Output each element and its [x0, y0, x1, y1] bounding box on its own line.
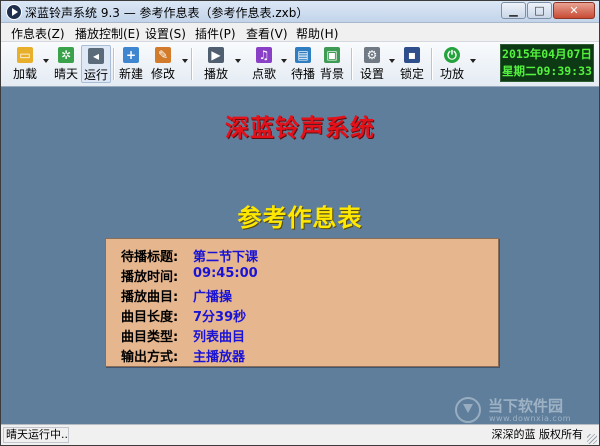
watermark-url: www.downxia.com [489, 414, 572, 423]
modify-dropdown-arrow[interactable] [182, 59, 188, 63]
info-key: 曲目类型: [121, 330, 179, 345]
window-title: 深蓝铃声系统 9.3 — 参考作息表（参考作息表.zxb） [25, 6, 309, 20]
main-display: 深蓝铃声系统 参考作息表 待播标题: 第二节下课 播放时间: 09:45:00 … [1, 87, 599, 424]
menu-help[interactable]: 帮助(H) [296, 25, 338, 42]
new-document-icon: + [123, 47, 139, 63]
title-bar[interactable]: 深蓝铃声系统 9.3 — 参考作息表（参考作息表.zxb） ▁ □ ✕ [1, 1, 599, 23]
schedule-title: 参考作息表 [237, 203, 363, 232]
menu-view[interactable]: 查看(V) [246, 25, 288, 42]
settings-dropdown-arrow[interactable] [389, 59, 395, 63]
status-copyright: 深深的蓝 版权所有 [491, 428, 584, 441]
info-key: 播放时间: [121, 270, 179, 285]
next-bell-info-panel: 待播标题: 第二节下课 播放时间: 09:45:00 播放曲目: 广播操 曲目长… [105, 238, 499, 367]
clock-display: 2015年04月07日 星期二09:39:33 [500, 44, 594, 82]
modify-label: 修改 [150, 67, 175, 81]
info-value: 09:45:00 [193, 266, 258, 281]
toolbar: ▭ 加载 ✲ 晴天 ◂ 运行 + 新建 ✎ 修改 ▶ 播放 ♫ 点歌 ▤ 待播 … [1, 42, 599, 87]
clock-weekday-time: 星期二09:39:33 [502, 64, 592, 78]
gear-icon: ⚙ [364, 47, 380, 63]
maximize-icon: □ [534, 4, 545, 17]
info-value: 列表曲目 [193, 330, 246, 345]
toolbar-separator [191, 48, 193, 80]
power-icon: ⏻ [444, 47, 460, 63]
play-label: 播放 [203, 67, 228, 81]
lock-button[interactable]: ▪ 锁定 [397, 45, 427, 83]
play-icon: ▶ [208, 47, 224, 63]
lock-label: 锁定 [399, 67, 424, 81]
song-request-button[interactable]: ♫ 点歌 [249, 45, 279, 83]
menu-plugins[interactable]: 插件(P) [195, 25, 236, 42]
menu-settings[interactable]: 设置(S) [145, 25, 186, 42]
info-value: 广播操 [193, 290, 233, 305]
window-controls: ▁ □ ✕ [500, 2, 595, 20]
clock-date: 2015年04月07日 [502, 47, 592, 61]
maximize-button[interactable]: □ [527, 2, 552, 19]
menu-bar: 作息表(Z) 播放控制(E) 设置(S) 插件(P) 查看(V) 帮助(H) [1, 23, 599, 42]
resize-grip-icon[interactable] [587, 434, 597, 444]
minimize-icon: ▁ [509, 4, 518, 17]
queue-window-icon: ▤ [295, 47, 311, 63]
info-value: 7分39秒 [193, 310, 247, 325]
info-value: 第二节下课 [193, 250, 259, 265]
info-value: 主播放器 [193, 350, 246, 365]
settings-label: 设置 [359, 67, 384, 81]
load-dropdown-arrow[interactable] [43, 59, 49, 63]
amplifier-label: 功放 [439, 67, 464, 81]
load-button[interactable]: ▭ 加载 [10, 45, 40, 83]
run-button[interactable]: ◂ 运行 [81, 45, 111, 83]
edit-document-icon: ✎ [155, 47, 171, 63]
watermark-text: 当下软件园 [488, 397, 564, 415]
song-request-label: 点歌 [251, 67, 276, 81]
modify-button[interactable]: ✎ 修改 [148, 45, 178, 83]
folder-open-icon: ▭ [17, 47, 33, 63]
info-key: 输出方式: [121, 350, 179, 365]
status-bar: 晴天运行中... 深深的蓝 版权所有 [1, 424, 599, 445]
background-button[interactable]: ▣ 背景 [317, 45, 347, 83]
menu-schedule[interactable]: 作息表(Z) [11, 25, 65, 42]
app-logo-icon[interactable] [6, 4, 22, 20]
app-window: 深蓝铃声系统 9.3 — 参考作息表（参考作息表.zxb） ▁ □ ✕ 作息表(… [0, 0, 600, 446]
system-title: 深蓝铃声系统 [225, 113, 375, 142]
play-button[interactable]: ▶ 播放 [201, 45, 231, 83]
amplifier-button[interactable]: ⏻ 功放 [437, 45, 467, 83]
background-label: 背景 [319, 67, 344, 81]
info-key: 播放曲目: [121, 290, 179, 305]
download-arrow-icon [455, 397, 481, 423]
site-watermark: 当下软件园 www.downxia.com [455, 395, 585, 425]
close-icon: ✕ [569, 4, 579, 17]
menu-playback-control[interactable]: 播放控制(E) [75, 25, 140, 42]
load-label: 加载 [12, 67, 37, 81]
lock-icon: ▪ [404, 47, 420, 63]
close-button[interactable]: ✕ [553, 2, 595, 19]
info-key: 曲目长度: [121, 310, 179, 325]
play-dropdown-arrow[interactable] [235, 59, 241, 63]
song-request-dropdown-arrow[interactable] [281, 59, 287, 63]
info-key: 待播标题: [121, 250, 179, 265]
minimize-button[interactable]: ▁ [501, 2, 526, 19]
sun-weather-icon: ✲ [58, 47, 74, 63]
speaker-icon: ◂ [88, 48, 104, 64]
background-image-icon: ▣ [324, 47, 340, 63]
status-run-state: 晴天运行中... [3, 427, 69, 443]
music-note-icon: ♫ [256, 47, 272, 63]
amplifier-dropdown-arrow[interactable] [470, 59, 476, 63]
settings-button[interactable]: ⚙ 设置 [357, 45, 387, 83]
